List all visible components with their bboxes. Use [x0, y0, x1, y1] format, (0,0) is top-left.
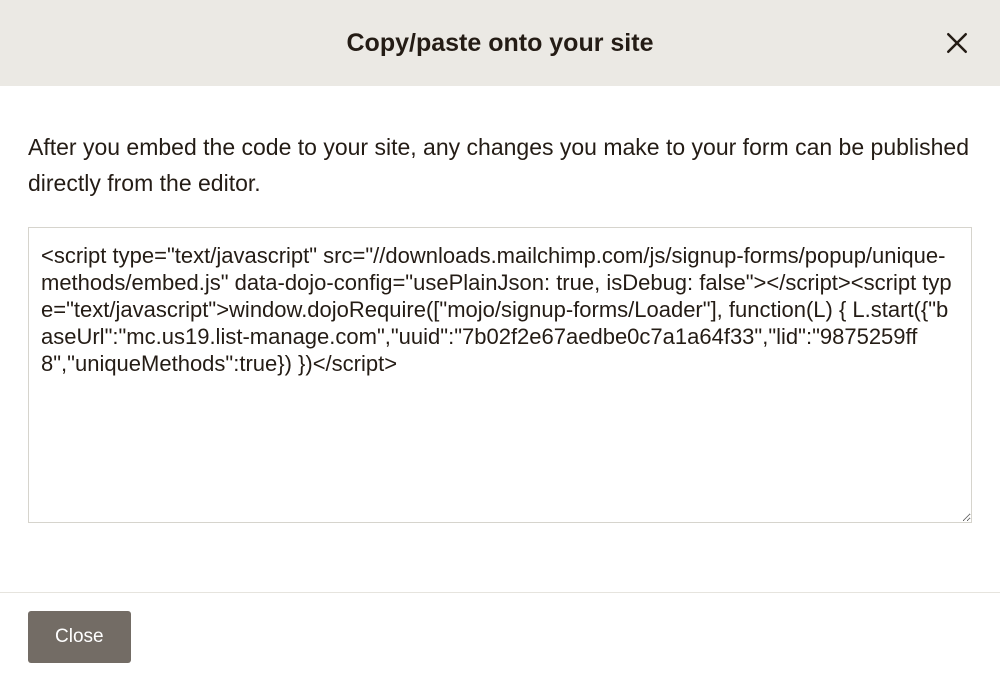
modal-title: Copy/paste onto your site — [347, 29, 654, 58]
close-icon[interactable] — [942, 28, 972, 58]
embed-code-textarea[interactable] — [28, 227, 972, 523]
modal-header: Copy/paste onto your site — [0, 0, 1000, 86]
close-button[interactable]: Close — [28, 611, 131, 663]
modal-footer: Close — [0, 592, 1000, 683]
modal-body: After you embed the code to your site, a… — [0, 86, 1000, 528]
description-text: After you embed the code to your site, a… — [28, 130, 972, 201]
